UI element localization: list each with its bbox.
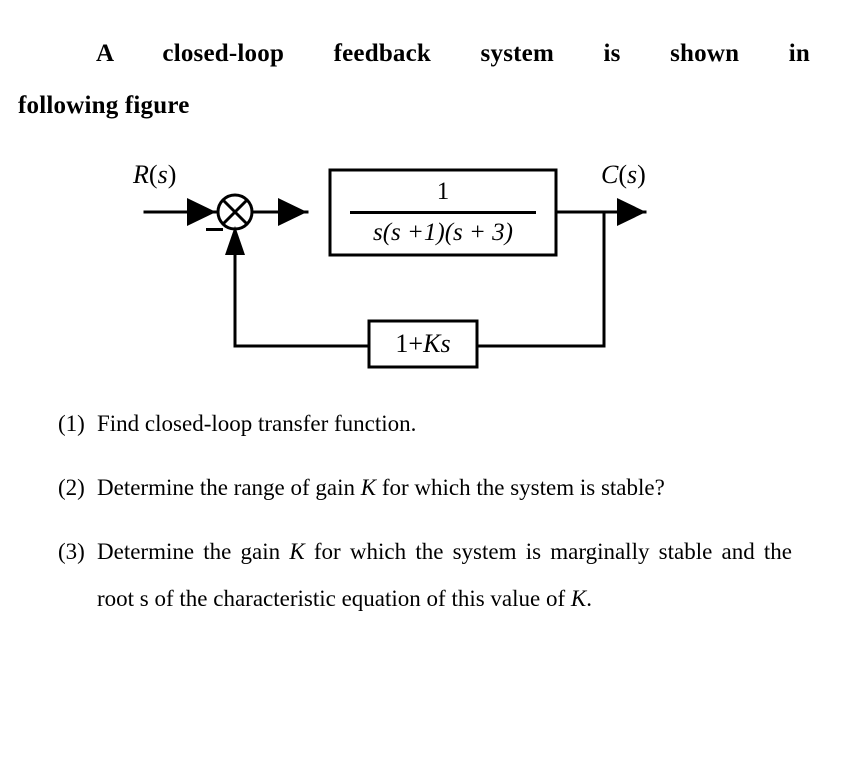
error-arrowhead bbox=[278, 198, 307, 226]
page-title-line-1: A closed-loop feedback system is shown i… bbox=[18, 28, 810, 80]
output-signal-label: C(s) bbox=[601, 160, 646, 190]
forward-block-numerator: 1 bbox=[436, 178, 450, 205]
question-list: (1) Find closed-loop transfer function. … bbox=[0, 400, 846, 639]
page-title-line-2: following figure bbox=[18, 92, 190, 119]
summing-junction-minus-sign bbox=[206, 228, 223, 231]
question-item-3: (3) Determine the gain K for which the s… bbox=[0, 528, 846, 622]
question-3-gain-symbol: K bbox=[289, 539, 305, 564]
question-3-text-end: . bbox=[586, 586, 592, 611]
output-signal-variable: C bbox=[601, 160, 619, 189]
question-3-text-before: Determine the gain bbox=[97, 539, 290, 564]
question-text-3: Determine the gain K for which the syste… bbox=[97, 528, 792, 622]
output-paren-open: ( bbox=[618, 160, 628, 189]
question-marker-3: (3) bbox=[58, 539, 85, 564]
feedback-constant-term: 1+ bbox=[395, 329, 424, 358]
question-3-gain-symbol-end: K bbox=[570, 586, 587, 611]
question-marker-2: (2) bbox=[58, 475, 85, 500]
page-title-line-1-text: A closed-loop feedback system is shown i… bbox=[96, 40, 810, 67]
feedback-block-expression: 1+ Ks bbox=[369, 321, 477, 367]
input-signal-label: R(s) bbox=[133, 160, 176, 190]
input-paren-close: ) bbox=[167, 160, 177, 189]
question-text-2: Determine the range of gain K for which … bbox=[97, 464, 792, 511]
output-arrowhead bbox=[617, 198, 646, 226]
block-diagram-figure: R(s) C(s) 1 s(s +1)(s + 3) 1+ Ks bbox=[0, 150, 846, 395]
page-title: A closed-loop feedback system is shown i… bbox=[18, 28, 810, 132]
input-signal-argument: s bbox=[157, 160, 168, 189]
input-arrowhead bbox=[187, 198, 216, 226]
forward-block-denominator: s(s +1)(s + 3) bbox=[373, 217, 513, 249]
feedback-arrowhead bbox=[225, 226, 245, 255]
question-2-text-before: Determine the range of gain bbox=[97, 475, 361, 500]
fraction-bar bbox=[350, 211, 536, 214]
input-paren-open: ( bbox=[148, 160, 158, 189]
feedback-variable-symbol: s bbox=[440, 329, 451, 358]
question-marker-1: (1) bbox=[58, 411, 85, 436]
question-2-text-after: for which the system is stable? bbox=[376, 475, 665, 500]
question-text-1: Find closed-loop transfer function. bbox=[97, 411, 417, 436]
question-item-1: (1) Find closed-loop transfer function. bbox=[0, 400, 846, 447]
output-paren-close: ) bbox=[637, 160, 646, 189]
forward-block-transfer-function: 1 s(s +1)(s + 3) bbox=[330, 170, 556, 255]
output-signal-argument: s bbox=[627, 160, 638, 189]
feedback-gain-symbol: K bbox=[423, 329, 441, 358]
question-item-2: (2) Determine the range of gain K for wh… bbox=[0, 464, 846, 511]
question-2-gain-symbol: K bbox=[360, 475, 377, 500]
input-signal-variable: R bbox=[133, 160, 149, 189]
forward-block-denominator-text: s(s +1)(s + 3) bbox=[373, 219, 513, 246]
